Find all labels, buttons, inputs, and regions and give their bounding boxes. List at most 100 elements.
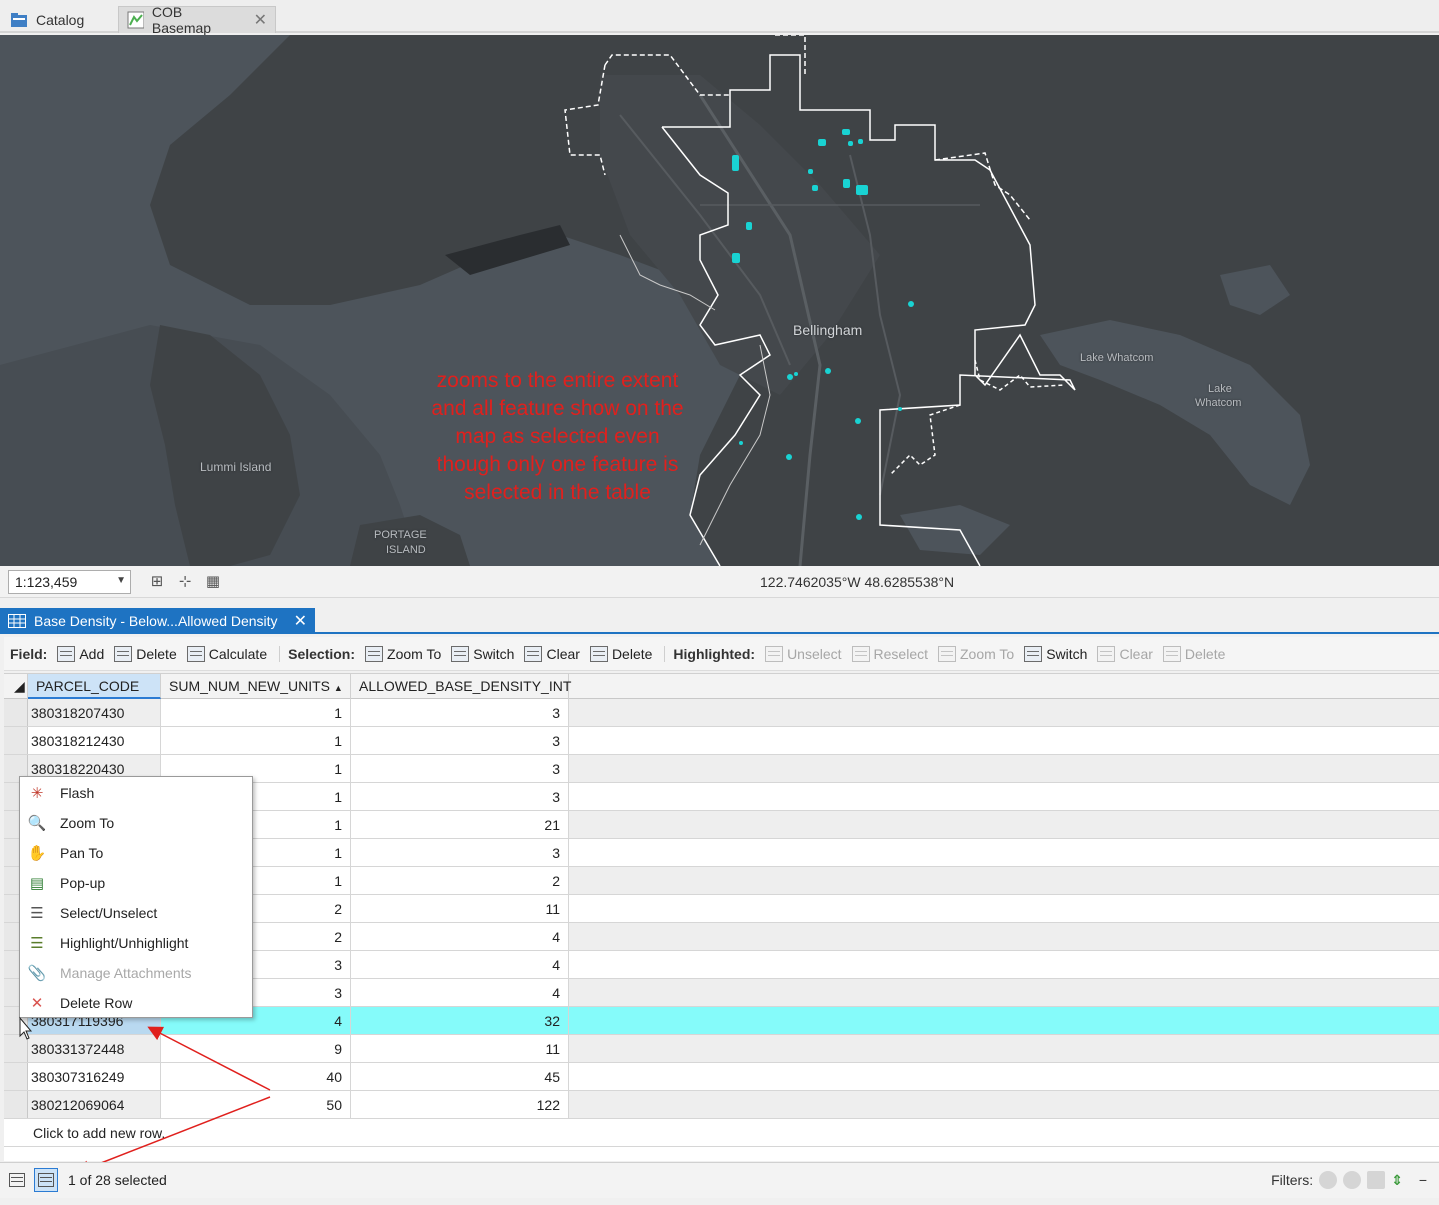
highlighted-zoom-to-button[interactable]: Zoom To — [938, 645, 1014, 662]
cell-parcel-code[interactable]: 380331372448 — [28, 1035, 161, 1062]
cell-allowed-base-density[interactable]: 4 — [351, 951, 569, 978]
cell-parcel-code[interactable]: 380212069064 — [28, 1091, 161, 1118]
row-header[interactable] — [4, 1063, 28, 1090]
highlighted-reselect-button[interactable]: Reselect — [851, 645, 928, 662]
time-filter-icon[interactable] — [1343, 1171, 1362, 1189]
reselect-icon — [851, 645, 870, 662]
row-header[interactable] — [4, 1091, 28, 1118]
cell-allowed-base-density[interactable]: 11 — [351, 1035, 569, 1062]
sort-arrows-icon[interactable]: ⇕ — [1391, 1172, 1403, 1189]
snapping-icon[interactable]: ⊹ — [175, 572, 195, 592]
selection-label: Selection: — [288, 645, 356, 662]
cell-sum-num-new-units[interactable]: 40 — [161, 1063, 351, 1090]
highlighted-group: Highlighted: Unselect Reselect Zoom To S… — [664, 645, 1235, 662]
tab-catalog[interactable]: Catalog — [2, 6, 92, 33]
menu-item-manage-attachments[interactable]: 📎 Manage Attachments — [20, 958, 252, 988]
annotation-line: map as selected even — [455, 425, 660, 448]
row-header[interactable] — [4, 699, 28, 726]
cell-sum-num-new-units[interactable]: 1 — [161, 727, 351, 754]
calculate-icon — [186, 645, 205, 662]
cell-allowed-base-density[interactable]: 32 — [351, 1007, 569, 1034]
table-row[interactable]: 380318212430 1 3 — [4, 727, 1439, 755]
cell-parcel-code[interactable]: 380318212430 — [28, 727, 161, 754]
definition-filter-icon[interactable] — [1367, 1171, 1386, 1189]
menu-item-zoom-to[interactable]: 🔍 Zoom To — [20, 808, 252, 838]
sort-ascending-icon: ▲ — [333, 683, 343, 693]
selection-delete-button[interactable]: Delete — [589, 645, 652, 662]
collapse-icon[interactable]: − — [1419, 1172, 1427, 1188]
annotation-text: zooms to the entire extent and all featu… — [395, 367, 720, 507]
highlighted-unselect-button[interactable]: Unselect — [765, 645, 842, 662]
highlighted-clear-button[interactable]: Clear — [1097, 645, 1153, 662]
table-row[interactable]: 380212069064 50 122 — [4, 1091, 1439, 1119]
cell-sum-num-new-units[interactable]: 1 — [161, 699, 351, 726]
fixed-zoom-icon[interactable]: ⊞ — [147, 572, 167, 592]
column-header-parcel-code[interactable]: PARCEL_CODE — [28, 674, 161, 699]
cell-parcel-code[interactable]: 380318207430 — [28, 699, 161, 726]
annotation-line: selected in the table — [464, 481, 651, 504]
highlighted-switch-button[interactable]: Switch — [1024, 645, 1088, 662]
close-tab-icon[interactable]: ✕ — [294, 611, 307, 631]
table-status-bar: 1 of 28 selected Filters: ⇕ − — [0, 1162, 1439, 1198]
select-all-corner[interactable]: ◢ — [4, 674, 28, 699]
cell-allowed-base-density[interactable]: 4 — [351, 923, 569, 950]
table-tab-strip: Base Density - Below...Allowed Density ✕ — [0, 604, 1439, 634]
grid-icon[interactable]: ▦ — [203, 572, 223, 592]
delete-icon — [589, 645, 608, 662]
cell-allowed-base-density[interactable]: 3 — [351, 699, 569, 726]
selection-clear-button[interactable]: Clear — [524, 645, 580, 662]
row-header[interactable] — [4, 1035, 28, 1062]
cell-allowed-base-density[interactable]: 4 — [351, 979, 569, 1006]
menu-item-select-unselect[interactable]: ☰ Select/Unselect — [20, 898, 252, 928]
field-label: Field: — [10, 645, 48, 662]
cell-allowed-base-density[interactable]: 45 — [351, 1063, 569, 1090]
selection-zoom-to-button[interactable]: Zoom To — [365, 645, 441, 662]
map-view[interactable]: Bellingham Lake Whatcom Lake Whatcom Lum… — [0, 35, 1439, 566]
cell-allowed-base-density[interactable]: 3 — [351, 783, 569, 810]
cell-sum-num-new-units[interactable]: 50 — [161, 1091, 351, 1118]
cell-allowed-base-density[interactable]: 2 — [351, 867, 569, 894]
column-header-allowed-base-density[interactable]: ALLOWED_BASE_DENSITY_INT — [351, 674, 571, 699]
table-row[interactable]: 380318207430 1 3 — [4, 699, 1439, 727]
table-row[interactable]: 380307316249 40 45 — [4, 1063, 1439, 1091]
highlighted-delete-button[interactable]: Delete — [1162, 645, 1225, 662]
tab-cob-basemap[interactable]: COB Basemap ✕ — [118, 4, 276, 36]
menu-item-pan-to[interactable]: ✋ Pan To — [20, 838, 252, 868]
cell-parcel-code[interactable]: 380307316249 — [28, 1063, 161, 1090]
highlighted-switch-label: Switch — [1046, 645, 1088, 662]
map-label-bellingham: Bellingham — [793, 322, 863, 338]
add-new-row[interactable]: Click to add new row. — [4, 1119, 1439, 1147]
menu-item-pop-up[interactable]: ▤ Pop-up — [20, 868, 252, 898]
selection-switch-button[interactable]: Switch — [451, 645, 514, 662]
column-header-sum-num-new-units[interactable]: SUM_NUM_NEW_UNITS ▲ — [161, 674, 351, 699]
add-field-button[interactable]: Add — [57, 645, 105, 662]
map-label-lummi-island: Lummi Island — [200, 460, 272, 474]
cell-allowed-base-density[interactable]: 21 — [351, 811, 569, 838]
calculate-field-button[interactable]: Calculate — [186, 645, 267, 662]
add-field-label: Add — [79, 645, 105, 662]
map-label-lake-whatcom: Lake Whatcom — [1080, 352, 1154, 364]
show-all-records-button[interactable] — [5, 1168, 29, 1192]
row-header[interactable] — [4, 727, 28, 754]
delete-x-icon: ✕ — [30, 995, 44, 1012]
cell-allowed-base-density[interactable]: 122 — [351, 1091, 569, 1118]
coordinate-readout: 122.7462035°W 48.6285538°N — [760, 574, 955, 590]
clear-icon — [1097, 645, 1116, 662]
cell-sum-num-new-units[interactable]: 9 — [161, 1035, 351, 1062]
delete-field-button[interactable]: Delete — [114, 645, 177, 662]
paperclip-icon: 📎 — [27, 965, 47, 982]
cell-allowed-base-density[interactable]: 3 — [351, 755, 569, 782]
scale-selector[interactable]: 1:123,459 ▼ — [8, 570, 131, 594]
cell-allowed-base-density[interactable]: 11 — [351, 895, 569, 922]
cell-allowed-base-density[interactable]: 3 — [351, 839, 569, 866]
extent-filter-icon[interactable] — [1319, 1171, 1338, 1189]
show-selected-records-button[interactable] — [34, 1168, 58, 1192]
menu-item-highlight-unhighlight[interactable]: ☰ Highlight/Unhighlight — [20, 928, 252, 958]
menu-item-flash[interactable]: ✳ Flash — [20, 778, 252, 808]
tab-attribute-table[interactable]: Base Density - Below...Allowed Density ✕ — [0, 608, 315, 634]
table-row[interactable]: 380331372448 9 11 — [4, 1035, 1439, 1063]
menu-item-delete-row[interactable]: ✕ Delete Row — [20, 988, 252, 1018]
cell-allowed-base-density[interactable]: 3 — [351, 727, 569, 754]
highlight-icon: ☰ — [30, 935, 44, 952]
close-tab-icon[interactable]: ✕ — [254, 10, 267, 30]
